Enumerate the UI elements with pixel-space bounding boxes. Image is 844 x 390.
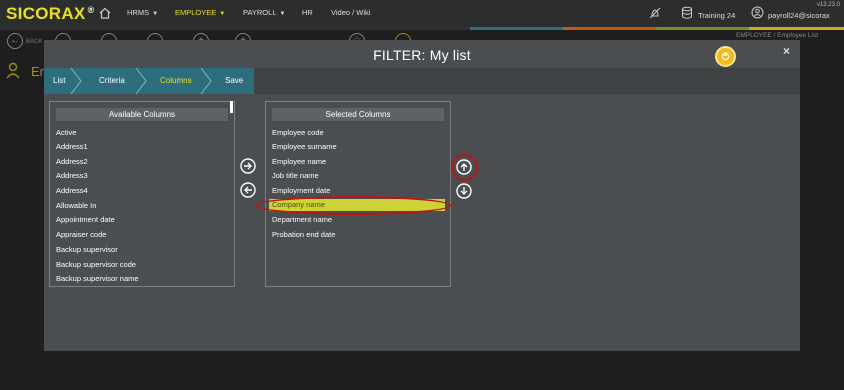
selected-column-item[interactable]: Employment date: [272, 186, 330, 195]
close-button[interactable]: ×: [783, 44, 790, 58]
nav-hr[interactable]: HR: [302, 8, 313, 17]
selected-column-item[interactable]: Probation end date: [272, 230, 335, 239]
selected-column-item[interactable]: Job title name: [272, 171, 319, 180]
app-logo[interactable]: SICORAX ®: [6, 4, 95, 24]
top-bar: SICORAX ® HRMS ▼ EMPLOYEE ▼ PAYROLL ▼ HR Vid…: [0, 0, 844, 27]
annotation-oval: [255, 196, 451, 215]
available-column-item[interactable]: Address3: [56, 171, 88, 180]
step-columns[interactable]: Columns: [160, 76, 192, 85]
available-column-item[interactable]: Backup supervisor name: [56, 274, 139, 283]
step-criteria[interactable]: Criteria: [99, 76, 125, 85]
badge-icon[interactable]: [715, 46, 736, 67]
wizard-chevrons: [44, 68, 254, 94]
available-column-item[interactable]: Appraiser code: [56, 230, 106, 239]
nav-hrms[interactable]: HRMS ▼: [127, 8, 158, 17]
nav-payroll[interactable]: PAYROLL ▼: [243, 8, 285, 17]
selected-columns-header: Selected Columns: [272, 108, 444, 121]
available-column-item[interactable]: Backup supervisor: [56, 245, 118, 254]
selected-column-item[interactable]: Employee surname: [272, 142, 337, 151]
user-icon[interactable]: [751, 6, 764, 19]
available-column-item[interactable]: Address2: [56, 157, 88, 166]
move-left-button[interactable]: [240, 182, 256, 198]
step-list[interactable]: List: [53, 76, 65, 85]
available-column-item[interactable]: Address1: [56, 142, 88, 151]
step-save[interactable]: Save: [225, 76, 243, 85]
wizard-steps: List Criteria Columns Save: [44, 68, 800, 94]
selected-column-item[interactable]: Department name: [272, 215, 332, 224]
move-right-button[interactable]: [240, 158, 256, 174]
dialog-title: FILTER: My list: [373, 47, 471, 63]
home-icon[interactable]: [98, 6, 112, 20]
user-label[interactable]: payroll24@sicorax: [768, 11, 830, 20]
selected-column-item[interactable]: Employee name: [272, 157, 326, 166]
nav-video-wiki[interactable]: Video / Wiki: [331, 8, 370, 17]
nav-employee[interactable]: EMPLOYEE ▼: [175, 8, 225, 17]
available-columns-header: Available Columns: [56, 108, 228, 121]
selected-column-item[interactable]: Employee code: [272, 128, 324, 137]
available-column-item[interactable]: Allowable In: [56, 201, 96, 210]
annotation-circle: [451, 154, 478, 181]
move-down-button[interactable]: [456, 183, 472, 199]
bell-off-icon[interactable]: [648, 6, 662, 20]
training-label[interactable]: Training 24: [698, 11, 735, 20]
available-column-item[interactable]: Active: [56, 128, 76, 137]
database-icon[interactable]: [681, 6, 693, 20]
version-label: v13.23.0: [816, 2, 840, 8]
available-column-item[interactable]: Address4: [56, 186, 88, 195]
available-column-item[interactable]: Appointment date: [56, 215, 115, 224]
toggle-icon: [721, 52, 730, 61]
scrollbar-thumb[interactable]: [230, 101, 233, 113]
available-column-item[interactable]: Backup supervisor code: [56, 260, 136, 269]
